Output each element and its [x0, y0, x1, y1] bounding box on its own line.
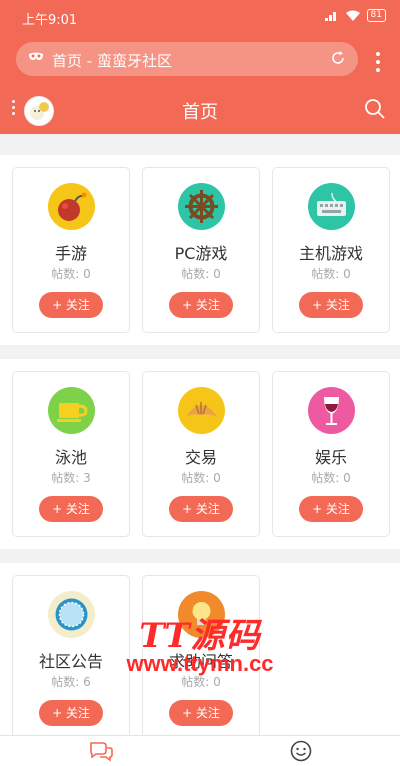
- forum-name: 交易: [184, 448, 217, 467]
- forum-card-mobile-games[interactable]: 手游 帖数: 0 + 关注: [12, 167, 130, 333]
- ship-wheel-icon: [178, 183, 225, 230]
- post-count: 帖数: 0: [181, 267, 221, 281]
- forum-card-trade[interactable]: 交易 帖数: 0 + 关注: [142, 371, 260, 537]
- follow-button[interactable]: + 关注: [299, 292, 363, 318]
- browser-menu-button[interactable]: [376, 52, 380, 72]
- post-count: 帖数: 0: [181, 471, 221, 485]
- follow-button[interactable]: + 关注: [39, 292, 103, 318]
- forum-card-announcements[interactable]: 社区公告 帖数: 6 + 关注: [12, 575, 130, 735]
- search-icon[interactable]: [364, 98, 386, 120]
- follow-button[interactable]: + 关注: [39, 496, 103, 522]
- battery-indicator: 81: [366, 9, 386, 22]
- forum-name: 求助问答: [168, 652, 233, 671]
- bomb-icon: [48, 183, 95, 230]
- signal-icon: [324, 12, 336, 21]
- forum-card-pool[interactable]: 泳池 帖数: 3 + 关注: [12, 371, 130, 537]
- app-header: 首页: [0, 86, 400, 134]
- forum-name: 手游: [54, 244, 87, 263]
- post-count: 帖数: 3: [51, 471, 91, 485]
- forum-name: 娱乐: [314, 448, 347, 467]
- smiley-icon[interactable]: [288, 740, 314, 762]
- wifi-icon: [345, 10, 360, 21]
- forum-name: 泳池: [54, 448, 87, 467]
- forum-section-2: 泳池 帖数: 3 + 关注 交易 帖数: 0 + 关注 娱乐 帖数: 0 + 关…: [0, 359, 400, 549]
- croissant-icon: [178, 387, 225, 434]
- url-text: 首页 - 蛮蛮牙社区: [52, 52, 172, 70]
- forum-card-entertainment[interactable]: 娱乐 帖数: 0 + 关注: [272, 371, 390, 537]
- status-time: 上午9:01: [22, 13, 78, 28]
- forum-name: 社区公告: [38, 652, 103, 671]
- status-bar: 上午9:01 81: [0, 0, 400, 36]
- keyboard-icon: [308, 183, 355, 230]
- page-title: 首页: [182, 102, 218, 123]
- forum-name: PC游戏: [174, 244, 228, 263]
- forum-card-console-games[interactable]: 主机游戏 帖数: 0 + 关注: [272, 167, 390, 333]
- incognito-mask-icon: [29, 52, 43, 60]
- follow-button[interactable]: + 关注: [39, 700, 103, 726]
- wine-glass-icon: [308, 387, 355, 434]
- forum-name: 主机游戏: [298, 244, 363, 263]
- post-count: 帖数: 0: [51, 267, 91, 281]
- follow-button[interactable]: + 关注: [169, 292, 233, 318]
- chat-bubbles-icon[interactable]: [88, 740, 114, 762]
- bottom-tab-bar: [0, 735, 400, 766]
- post-count: 帖数: 0: [311, 267, 351, 281]
- follow-button[interactable]: + 关注: [299, 496, 363, 522]
- reload-icon[interactable]: [330, 50, 346, 66]
- browser-toolbar: 首页 - 蛮蛮牙社区: [0, 36, 400, 86]
- forum-section-3: 社区公告 帖数: 6 + 关注 求助问答 帖数: 0 + 关注: [0, 563, 400, 735]
- forum-section-1: 手游 帖数: 0 + 关注 PC游戏 帖数: 0 + 关注 主机游戏 帖数: 0…: [0, 155, 400, 345]
- post-count: 帖数: 0: [181, 675, 221, 689]
- cup-icon: [48, 387, 95, 434]
- url-bar[interactable]: 首页 - 蛮蛮牙社区: [16, 42, 358, 76]
- plate-icon: [48, 591, 95, 638]
- forum-card-help[interactable]: 求助问答 帖数: 0 + 关注: [142, 575, 260, 735]
- follow-button[interactable]: + 关注: [169, 700, 233, 726]
- post-count: 帖数: 6: [51, 675, 91, 689]
- follow-button[interactable]: + 关注: [169, 496, 233, 522]
- bulb-icon: [178, 591, 225, 638]
- post-count: 帖数: 0: [311, 471, 351, 485]
- forum-card-pc-games[interactable]: PC游戏 帖数: 0 + 关注: [142, 167, 260, 333]
